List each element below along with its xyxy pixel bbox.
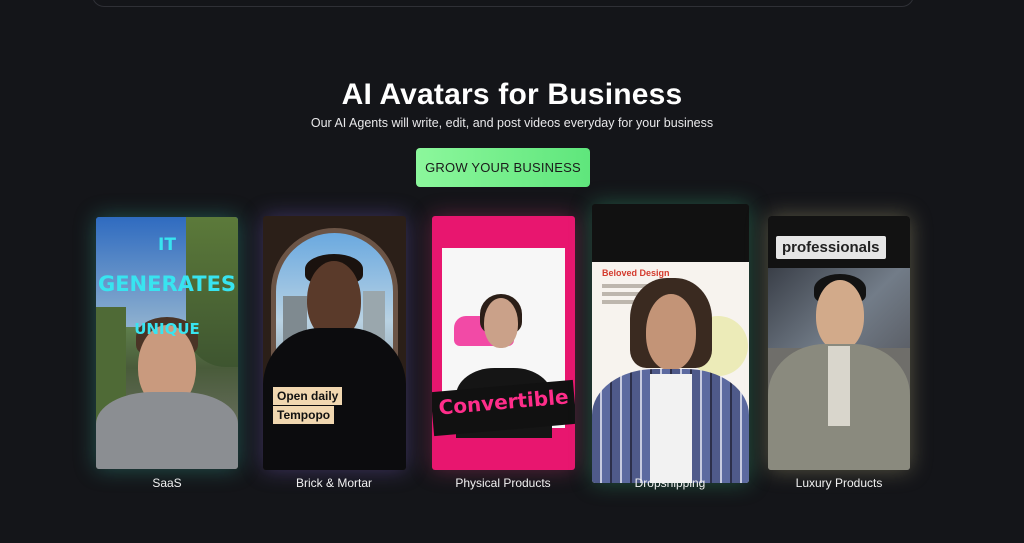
product-heading: Beloved Design xyxy=(602,268,670,278)
person-undershirt xyxy=(828,346,850,426)
avatar-card-physical-products[interactable]: Convertible xyxy=(432,216,575,470)
avatar-card-brick-mortar[interactable]: Open daily Tempopo xyxy=(263,216,406,470)
avatar-card-saas[interactable]: IT GENERATES UNIQUE xyxy=(96,217,238,469)
overlay-caption: Tempopo xyxy=(273,406,335,424)
card-caption-saas: SaaS xyxy=(152,476,182,490)
overlay-caption: professionals xyxy=(776,236,886,259)
person-sweater xyxy=(96,392,238,469)
grow-your-business-button[interactable]: GROW YOUR BUSINESS xyxy=(416,148,590,187)
overlay-text-line: UNIQUE xyxy=(134,320,200,338)
person-face xyxy=(816,280,864,350)
card-caption-dropshipping: Dropshipping xyxy=(634,476,706,490)
overlay-text-line: IT xyxy=(158,235,176,255)
person-tshirt xyxy=(650,374,692,483)
card-caption-brick-mortar: Brick & Mortar xyxy=(295,476,372,490)
avatar-card-luxury-products[interactable]: professionals xyxy=(768,216,910,470)
avatar-card-dropshipping[interactable]: Beloved Design xyxy=(592,204,749,483)
card-caption-physical-products: Physical Products xyxy=(455,476,551,490)
card-caption-luxury-products: Luxury Products xyxy=(795,476,883,490)
overlay-text-line: GENERATES xyxy=(97,272,237,296)
page-title: AI Avatars for Business xyxy=(341,78,683,111)
person-face xyxy=(484,298,518,348)
person-face xyxy=(646,294,696,370)
page-subtitle: Our AI Agents will write, edit, and post… xyxy=(310,116,714,130)
overlay-caption: Open daily xyxy=(273,387,343,405)
top-bar xyxy=(92,0,914,7)
